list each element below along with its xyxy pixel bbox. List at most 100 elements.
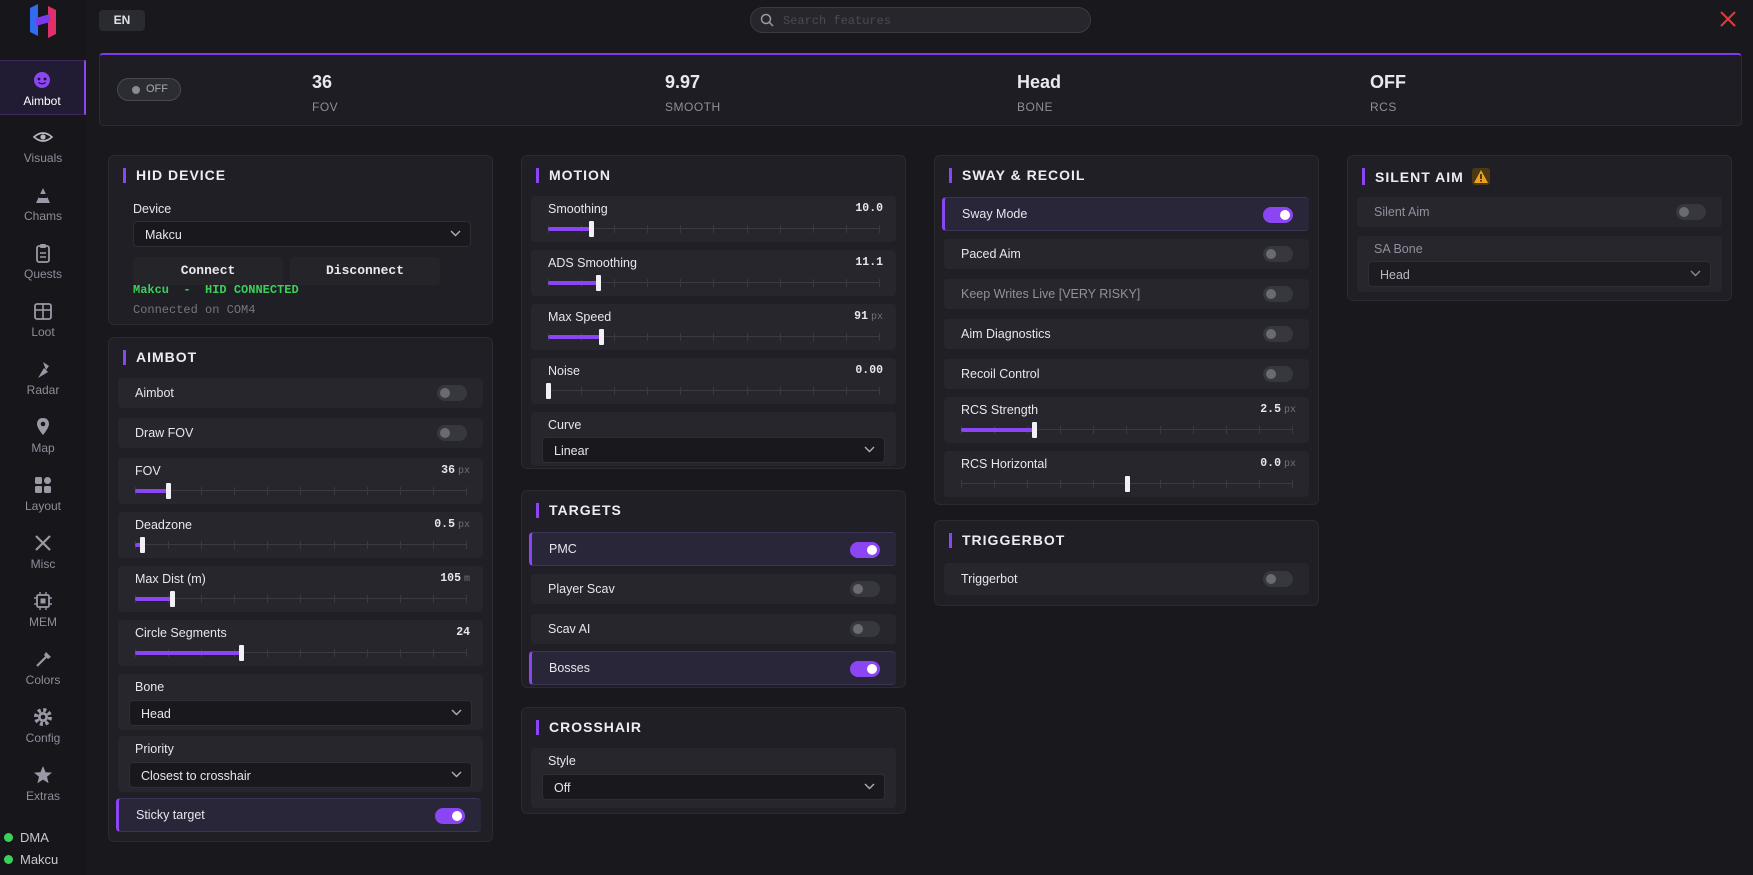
smoothing-slider-row: Smoothing 10.0	[531, 196, 896, 242]
language-button[interactable]: EN	[99, 10, 145, 31]
sidebar-item-extras[interactable]: Extras	[0, 756, 86, 811]
slider-knob[interactable]	[1125, 476, 1130, 492]
draw-fov-toggle[interactable]	[437, 425, 467, 441]
target-scav-ai-row[interactable]: Scav AI	[531, 614, 896, 644]
max-dist-slider[interactable]	[135, 591, 467, 607]
keep-writes-row[interactable]: Keep Writes Live [VERY RISKY]	[944, 279, 1309, 309]
sa-bone-select[interactable]: Head	[1368, 261, 1711, 287]
stat-key: RCS	[1370, 100, 1397, 114]
slider-tick	[267, 487, 269, 495]
max-speed-slider[interactable]	[548, 329, 880, 345]
slider-knob[interactable]	[169, 591, 175, 607]
target-bosses-toggle[interactable]	[850, 661, 880, 677]
target-pmc-row[interactable]: PMC	[529, 532, 896, 566]
keep-writes-toggle[interactable]	[1263, 286, 1293, 302]
ads-smoothing-slider[interactable]	[548, 275, 880, 291]
device-select[interactable]: Makcu	[133, 221, 471, 247]
draw-fov-row[interactable]: Draw FOV	[118, 418, 483, 448]
aimbot-master-toggle[interactable]: OFF	[117, 78, 181, 101]
triggerbot-toggle[interactable]	[1263, 571, 1293, 587]
slider-fill	[135, 597, 172, 601]
connect-button[interactable]: Connect	[133, 257, 283, 285]
row-value: 10.0	[855, 202, 883, 215]
target-player-scav-row[interactable]: Player Scav	[531, 574, 896, 604]
target-scav-ai-toggle[interactable]	[850, 621, 880, 637]
sidebar-item-layout[interactable]: Layout	[0, 466, 86, 521]
sidebar-item-radar[interactable]: Radar	[0, 350, 86, 405]
stat-key: FOV	[312, 100, 339, 114]
sway-mode-toggle[interactable]	[1263, 207, 1293, 223]
slider-fill	[961, 428, 1035, 432]
slider-tick	[234, 595, 236, 603]
slider-knob[interactable]	[595, 275, 601, 291]
recoil-control-toggle[interactable]	[1263, 366, 1293, 382]
noise-slider[interactable]	[546, 383, 880, 399]
circle-segments-slider[interactable]	[135, 645, 467, 661]
silent-aim-row[interactable]: Silent Aim	[1357, 197, 1722, 227]
sidebar-item-loot[interactable]: Loot	[0, 292, 86, 347]
slider-fill	[548, 335, 602, 339]
aimbot-toggle-row[interactable]: Aimbot	[118, 378, 483, 408]
aim-diagnostics-toggle[interactable]	[1263, 326, 1293, 342]
slider-tick	[713, 279, 715, 287]
status-dot	[4, 833, 13, 842]
sidebar-item-quests[interactable]: Quests	[0, 234, 86, 289]
sidebar-item-map[interactable]: Map	[0, 408, 86, 463]
slider-knob[interactable]	[139, 537, 145, 553]
disconnect-button[interactable]: Disconnect	[290, 257, 440, 285]
curve-select[interactable]: Linear	[542, 437, 885, 463]
sidebar-item-config[interactable]: Config	[0, 698, 86, 753]
paced-aim-toggle[interactable]	[1263, 246, 1293, 262]
fov-slider[interactable]	[135, 483, 467, 499]
slider-tick	[1027, 480, 1029, 488]
close-icon[interactable]	[1719, 10, 1737, 28]
sidebar-item-aimbot[interactable]: Aimbot	[0, 60, 86, 115]
search-input[interactable]	[783, 11, 1083, 31]
slider-knob[interactable]	[546, 383, 551, 399]
row-label: SA Bone	[1374, 242, 1423, 256]
smoothing-slider[interactable]	[548, 221, 880, 237]
target-player-scav-toggle[interactable]	[850, 581, 880, 597]
priority-select[interactable]: Closest to crosshair	[129, 762, 472, 788]
chip-icon	[34, 592, 52, 610]
aim-diagnostics-row[interactable]: Aim Diagnostics	[944, 319, 1309, 349]
slider-knob[interactable]	[166, 483, 172, 499]
recoil-control-row[interactable]: Recoil Control	[944, 359, 1309, 389]
sidebar-item-label: Misc	[30, 557, 56, 571]
silent-aim-toggle[interactable]	[1676, 204, 1706, 220]
target-bosses-row[interactable]: Bosses	[529, 651, 896, 685]
target-pmc-toggle[interactable]	[850, 542, 880, 558]
sidebar-item-misc[interactable]: Misc	[0, 524, 86, 579]
rcs-strength-slider[interactable]	[961, 422, 1293, 438]
aimbot-toggle[interactable]	[437, 385, 467, 401]
sidebar-item-colors[interactable]: Colors	[0, 640, 86, 695]
slider-tick	[432, 649, 434, 657]
stat-value: 9.97	[665, 72, 701, 92]
bone-select[interactable]: Head	[129, 700, 472, 726]
slider-tick	[333, 649, 335, 657]
row-label: RCS Horizontal	[961, 457, 1048, 471]
slider-knob[interactable]	[589, 221, 595, 237]
paced-aim-row[interactable]: Paced Aim	[944, 239, 1309, 269]
sidebar-item-label: Radar	[26, 383, 60, 397]
sway-mode-row[interactable]: Sway Mode	[942, 197, 1309, 231]
slider-tick	[878, 225, 880, 233]
sidebar-item-mem[interactable]: MEM	[0, 582, 86, 637]
sidebar-item-visuals[interactable]: Visuals	[0, 118, 86, 173]
slider-knob[interactable]	[599, 329, 605, 345]
crosshair-style-select[interactable]: Off	[542, 774, 885, 800]
sticky-target-toggle[interactable]	[435, 808, 465, 824]
row-label: Max Dist (m)	[135, 572, 206, 586]
sticky-target-row[interactable]: Sticky target	[116, 798, 481, 832]
slider-knob[interactable]	[1032, 422, 1038, 438]
slider-knob[interactable]	[239, 645, 245, 661]
rcs-horizontal-slider[interactable]	[961, 476, 1293, 492]
sidebar-item-chams[interactable]: Chams	[0, 176, 86, 231]
crosshair-card: CROSSHAIR Style Off	[521, 707, 906, 814]
slider-tick	[267, 541, 269, 549]
search-bar[interactable]	[750, 7, 1091, 33]
slider-tick	[333, 487, 335, 495]
slider-tick	[201, 541, 203, 549]
triggerbot-row[interactable]: Triggerbot	[944, 563, 1309, 595]
deadzone-slider[interactable]	[135, 537, 467, 553]
